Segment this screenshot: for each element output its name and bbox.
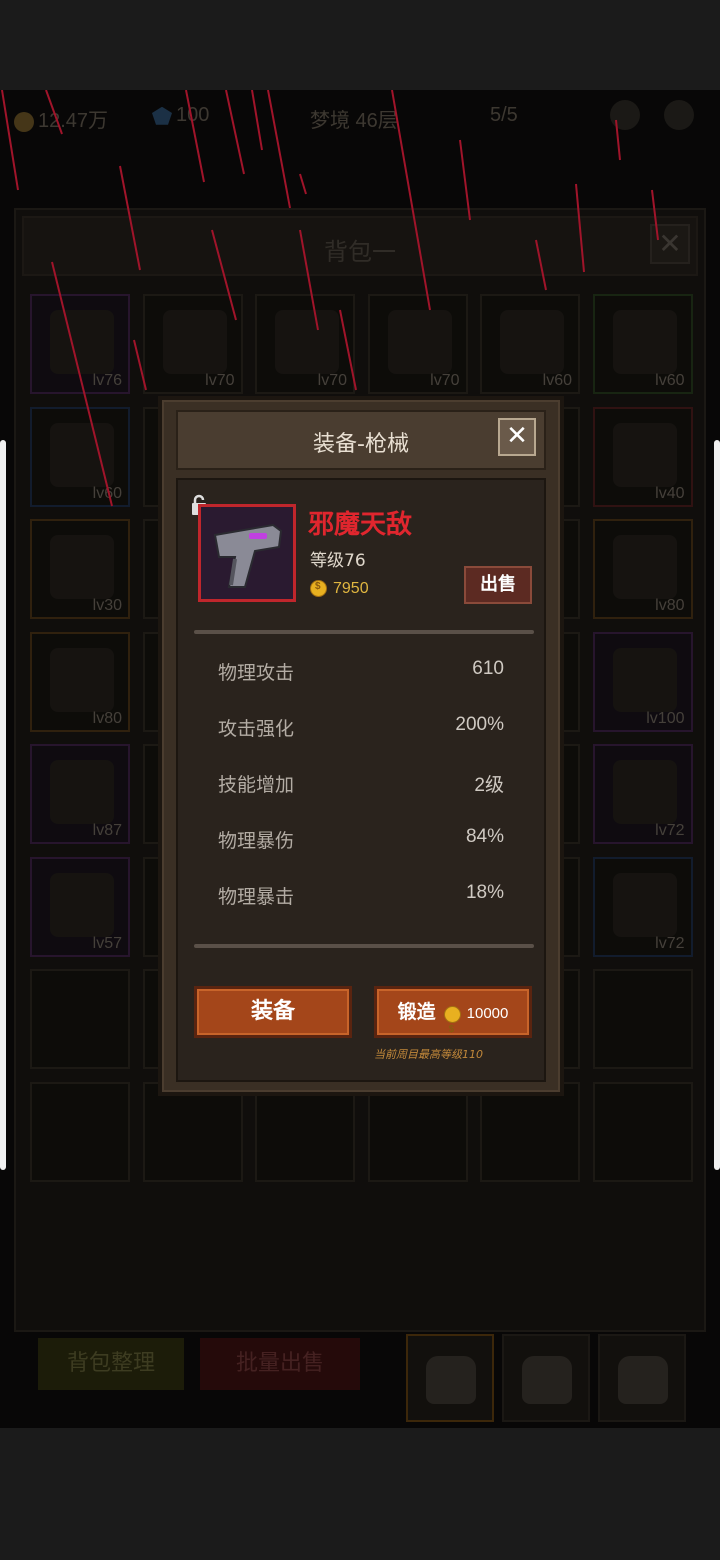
stat-label: 物理暴击 xyxy=(218,886,295,908)
item-portrait xyxy=(198,504,296,602)
sell-button[interactable]: 出售 xyxy=(464,566,532,604)
item-level: 等级76 xyxy=(310,551,366,571)
stat-value: 200% xyxy=(455,714,504,735)
stat-label: 攻击强化 xyxy=(218,718,295,740)
edge-handle-left xyxy=(0,440,6,1170)
stat-label: 物理暴伤 xyxy=(218,830,295,852)
dialog-body: 邪魔天敌 等级76 7950 出售 物理攻击610攻击强化200%技能增加2级物… xyxy=(176,478,546,1082)
edge-handle-right xyxy=(714,440,720,1170)
divider xyxy=(194,944,534,948)
coin-icon xyxy=(310,580,327,598)
item-price: 7950 xyxy=(310,580,369,598)
equipment-dialog: 装备-枪械 ✕ 邪魔天敌 等级76 7950 出售 物理攻击610攻击强化2 xyxy=(158,396,564,1096)
stat-row: 物理暴击 18% xyxy=(218,882,504,912)
divider xyxy=(194,630,534,634)
forge-label: 锻造 xyxy=(397,1001,436,1023)
equip-button[interactable]: 装备 xyxy=(194,986,352,1038)
stat-label: 技能增加 xyxy=(218,774,295,796)
stat-row: 技能增加 2级 xyxy=(218,770,504,800)
stat-value: 610 xyxy=(472,658,504,679)
dialog-close-button[interactable]: ✕ xyxy=(498,418,536,456)
stat-value: 2级 xyxy=(474,775,504,796)
stat-row: 物理暴伤 84% xyxy=(218,826,504,856)
dialog-title: 装备-枪械 xyxy=(313,432,409,457)
coin-icon xyxy=(443,1005,461,1053)
navigation-bar-area xyxy=(0,1428,720,1560)
status-bar-area xyxy=(0,0,720,90)
stat-row: 攻击强化 200% xyxy=(218,714,504,744)
stat-row: 物理攻击 610 xyxy=(218,658,504,688)
item-name: 邪魔天敌 xyxy=(308,510,413,540)
gun-icon xyxy=(213,523,283,588)
forge-cost: 10000 xyxy=(443,1005,509,1053)
stat-value: 18% xyxy=(465,882,504,903)
stat-label: 物理攻击 xyxy=(218,662,295,684)
forge-level-note: 当前周目最高等级110 xyxy=(374,1048,483,1061)
item-price-value: 7950 xyxy=(333,580,369,597)
forge-button[interactable]: 锻造 10000 xyxy=(374,986,532,1053)
stat-value: 84% xyxy=(465,826,504,847)
forge-cost-value: 10000 xyxy=(466,1005,509,1022)
game-viewport: 12.47万 100 梦境 46层 5/5 背包一 ✕ lv76 lv70 lv70… xyxy=(0,90,720,1428)
dialog-header: 装备-枪械 ✕ xyxy=(176,410,546,470)
